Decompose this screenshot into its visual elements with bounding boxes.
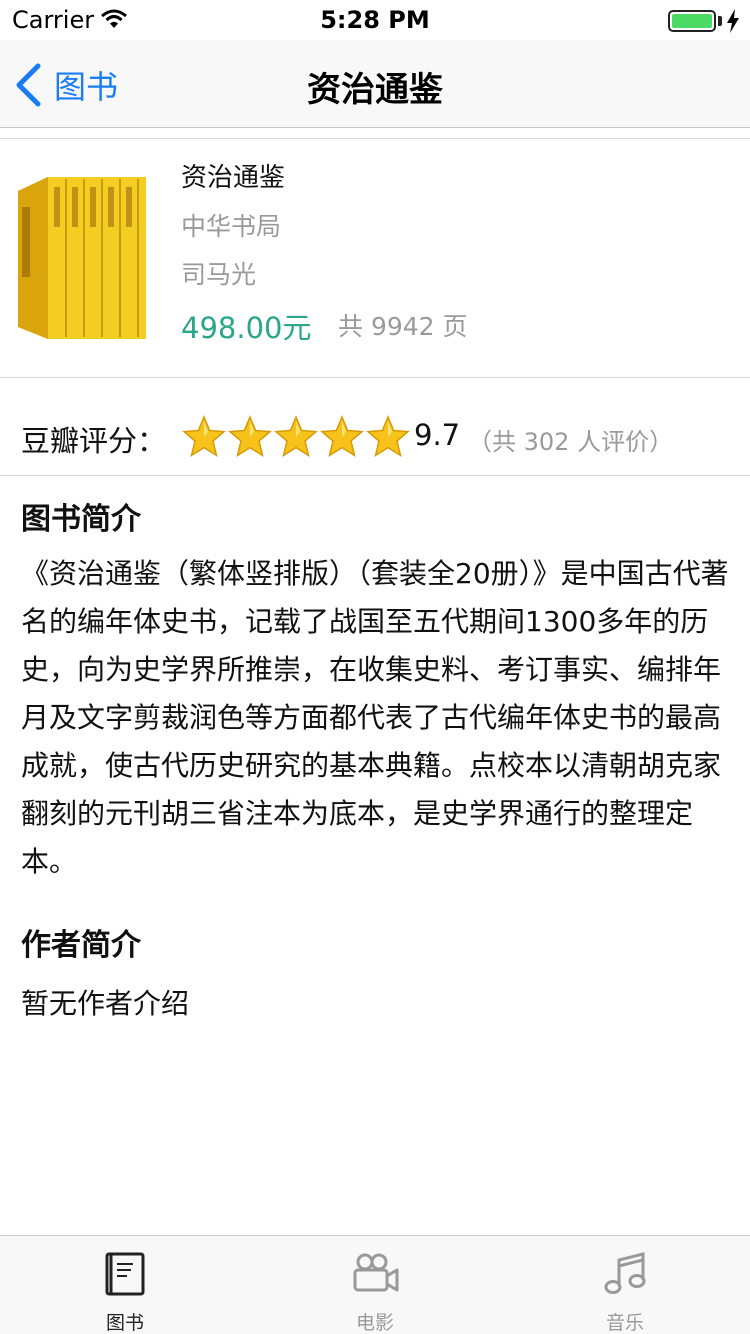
star-icon <box>228 415 272 458</box>
book-title: 资治通鉴 <box>181 163 286 193</box>
book-publisher: 中华书局 <box>181 212 282 241</box>
book-price: 498.00元 <box>181 311 312 345</box>
tab-books-label: 图书 <box>105 1312 144 1334</box>
status-bar: Carrier 5:28 PM <box>0 0 750 40</box>
rating-count: （共 302 人评价） <box>468 428 674 456</box>
tab-music-label: 音乐 <box>605 1312 644 1334</box>
music-note-icon <box>604 1252 646 1294</box>
book-intro-heading: 图书简介 <box>21 502 141 537</box>
star-icon <box>366 415 410 458</box>
page-title: 资治通鉴 <box>307 70 443 110</box>
author-intro-heading: 作者简介 <box>21 928 141 963</box>
rating-score: 9.7 <box>414 418 461 452</box>
rating-label: 豆瓣评分： <box>21 424 167 458</box>
battery-fill <box>672 14 712 28</box>
book-cover-image <box>18 177 146 339</box>
charging-bolt-icon <box>727 9 739 33</box>
status-time: 5:28 PM <box>320 6 430 34</box>
tab-movies-label: 电影 <box>355 1312 394 1334</box>
navigation-bar: 图书 资治通鉴 <box>0 40 750 128</box>
book-intro-text: 《资治通鉴（繁体竖排版）（套装全20册）》是中国古代著名的编年体史书，记载了战国… <box>21 557 729 878</box>
tab-bar: 图书 电影 音乐 <box>0 1235 750 1334</box>
rating-stars <box>181 415 411 459</box>
tab-movies[interactable]: 电影 <box>250 1236 500 1334</box>
battery-icon <box>668 10 716 32</box>
book-icon <box>105 1252 145 1296</box>
tab-music[interactable]: 音乐 <box>500 1236 750 1334</box>
author-intro-text: 暂无作者介绍 <box>21 987 190 1020</box>
star-icon <box>320 415 364 458</box>
book-page-count: 共 9942 页 <box>338 312 468 341</box>
book-header: 资治通鉴 中华书局 司马光 498.00元 共 9942 页 <box>0 138 750 378</box>
star-icon <box>274 415 318 458</box>
book-author: 司马光 <box>181 260 257 289</box>
battery-cap <box>718 16 722 26</box>
tab-books[interactable]: 图书 <box>0 1236 250 1334</box>
douban-rating: 豆瓣评分： 9.7 （共 302 人评价） <box>0 378 750 476</box>
video-camera-icon <box>353 1253 399 1292</box>
star-icon <box>182 415 226 458</box>
